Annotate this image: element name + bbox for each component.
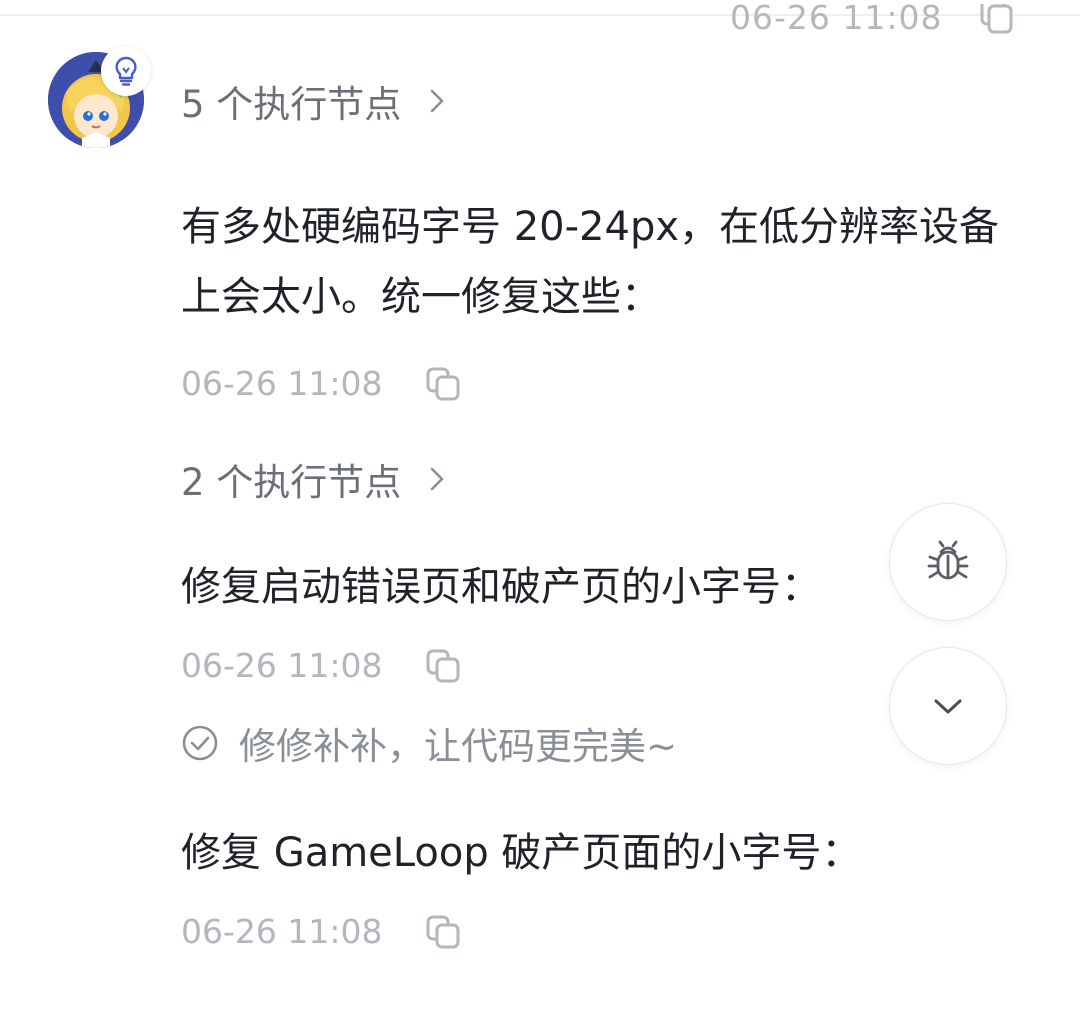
bug-icon — [927, 540, 969, 580]
execution-nodes-toggle[interactable]: 2 个执行节点 — [181, 452, 445, 506]
chevron-right-icon — [431, 89, 444, 113]
message-meta: 06-26 11:08 — [181, 364, 462, 403]
chevron-down-icon — [934, 699, 962, 714]
lightbulb-icon — [115, 56, 137, 86]
execution-nodes-label: 2 个执行节点 — [181, 461, 402, 504]
execution-nodes-label: 5 个执行节点 — [181, 83, 402, 126]
debug-button[interactable] — [889, 503, 1007, 621]
message-timestamp: 06-26 11:08 — [730, 0, 943, 37]
message-text: 修复 GameLoop 破产页面的小字号： — [181, 830, 862, 876]
chat-page: 06-26 11:08 5 个执行节点 有多处硬编码字号 20-24px，在低分… — [0, 0, 1080, 1018]
copy-icon[interactable] — [426, 649, 462, 683]
check-circle-icon — [182, 725, 218, 761]
message-timestamp: 06-26 11:08 — [181, 646, 383, 685]
scroll-down-button[interactable] — [889, 647, 1007, 765]
message-timestamp: 06-26 11:08 — [181, 912, 383, 951]
message-text: 修复启动错误页和破产页的小字号： — [181, 564, 821, 610]
chevron-right-icon — [431, 467, 444, 491]
fix-status-text: 修修补补，让代码更完美~ — [239, 725, 678, 768]
message-meta: 06-26 11:08 — [181, 646, 462, 685]
message-meta: 06-26 11:08 — [181, 912, 462, 951]
copy-icon[interactable] — [426, 915, 462, 949]
fix-status: 修修补补，让代码更完美~ — [181, 716, 677, 770]
idea-badge — [101, 46, 151, 96]
message-text: 有多处硬编码字号 20-24px，在低分辨率设备上会太小。统一修复这些： — [181, 204, 1000, 320]
copy-icon[interactable] — [978, 4, 1014, 34]
execution-nodes-toggle[interactable]: 5 个执行节点 — [181, 74, 445, 128]
message-timestamp: 06-26 11:08 — [181, 364, 383, 403]
copy-icon[interactable] — [426, 367, 462, 401]
